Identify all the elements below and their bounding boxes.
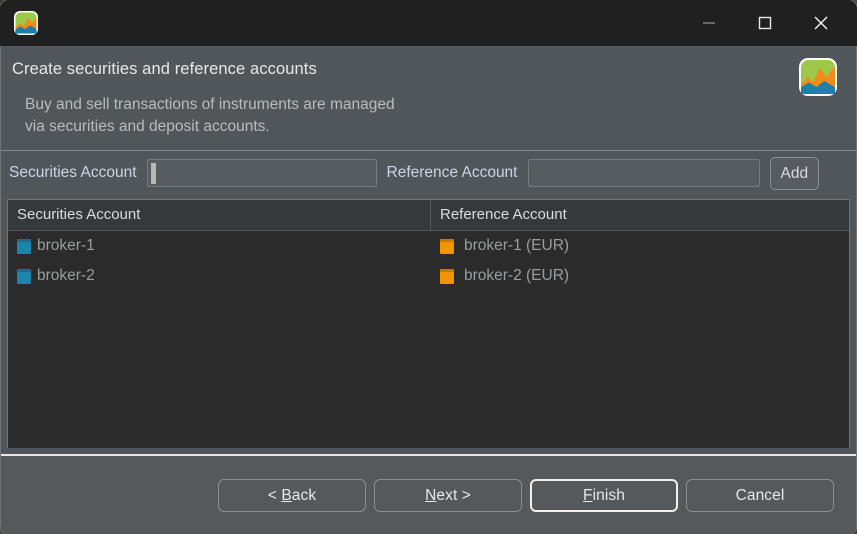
text-caret (150, 163, 156, 184)
reference-account-name: broker-1 (EUR) (464, 237, 570, 254)
next-button[interactable]: Next > (374, 478, 522, 512)
next-button-mnemonic: N (425, 486, 437, 504)
title-bar (0, 0, 857, 46)
reference-account-icon (440, 268, 454, 284)
table-row[interactable]: broker-2 broker-2 (EUR) (8, 261, 849, 291)
securities-account-icon (17, 238, 31, 254)
next-button-suffix: ext > (436, 486, 471, 504)
table-body: broker-1 broker-1 (EUR) broker-2 broker- (8, 231, 849, 448)
maximize-icon[interactable] (737, 0, 793, 46)
chart-app-icon (798, 57, 838, 97)
wizard-footer: < Back Next > Finish Cancel (1, 456, 856, 534)
table-header-row: Securities Account Reference Account (8, 200, 849, 231)
column-header-reference-account[interactable]: Reference Account (431, 200, 849, 230)
reference-account-icon (440, 238, 454, 254)
securities-account-name: broker-2 (37, 267, 95, 284)
minimize-icon[interactable] (681, 0, 737, 46)
dialog-body: Create securities and reference accounts… (0, 46, 857, 534)
finish-button-suffix: inish (592, 486, 625, 504)
finish-button-mnemonic: F (583, 486, 593, 504)
securities-account-label: Securities Account (9, 164, 137, 181)
securities-account-input[interactable] (146, 159, 377, 187)
table-row[interactable]: broker-1 broker-1 (EUR) (8, 231, 849, 261)
reference-account-label: Reference Account (386, 164, 518, 181)
reference-account-input[interactable] (527, 159, 760, 187)
back-button[interactable]: < Back (218, 478, 366, 512)
cell-securities-account: broker-1 (8, 231, 431, 261)
accounts-table: Securities Account Reference Account bro… (7, 199, 850, 448)
back-button-prefix: < (267, 486, 282, 504)
header-separator (1, 150, 856, 151)
reference-account-name: broker-2 (EUR) (464, 267, 570, 284)
page-description: Buy and sell transactions of instruments… (25, 96, 395, 135)
wizard-header: Create securities and reference accounts… (1, 46, 856, 151)
account-entry-row: Securities Account Reference Account Add (1, 151, 856, 195)
cell-reference-account: broker-1 (EUR) (431, 231, 849, 261)
finish-button[interactable]: Finish (530, 478, 678, 512)
cell-reference-account: broker-2 (EUR) (431, 261, 849, 291)
cancel-button-suffix: Cancel (735, 486, 785, 504)
wizard-window: Create securities and reference accounts… (0, 0, 857, 534)
back-button-mnemonic: B (281, 486, 292, 504)
cell-securities-account: broker-2 (8, 261, 431, 291)
securities-account-icon (17, 268, 31, 284)
chart-app-icon (13, 10, 39, 36)
back-button-suffix: ack (291, 486, 317, 504)
add-button[interactable]: Add (769, 156, 820, 190)
cancel-button[interactable]: Cancel (686, 478, 834, 512)
securities-account-name: broker-1 (37, 237, 95, 254)
page-title: Create securities and reference accounts (12, 60, 317, 78)
column-header-securities-account[interactable]: Securities Account (8, 200, 431, 230)
close-icon[interactable] (793, 0, 849, 46)
